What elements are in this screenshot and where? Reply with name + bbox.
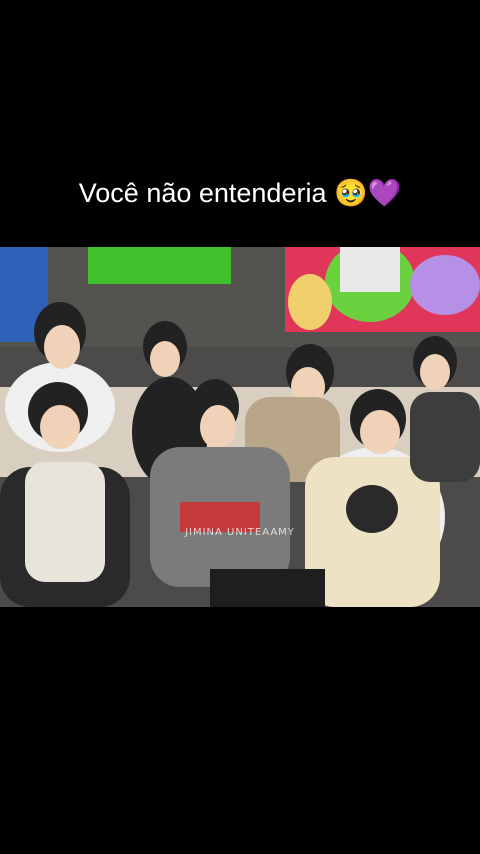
video-watermark: JIMINA UNITEAAMY: [185, 527, 295, 538]
video-frame[interactable]: JIMINA UNITEAAMY: [0, 247, 480, 607]
video-caption: Você não entenderia 🥹💜: [78, 178, 402, 208]
video-scene: [0, 247, 480, 607]
